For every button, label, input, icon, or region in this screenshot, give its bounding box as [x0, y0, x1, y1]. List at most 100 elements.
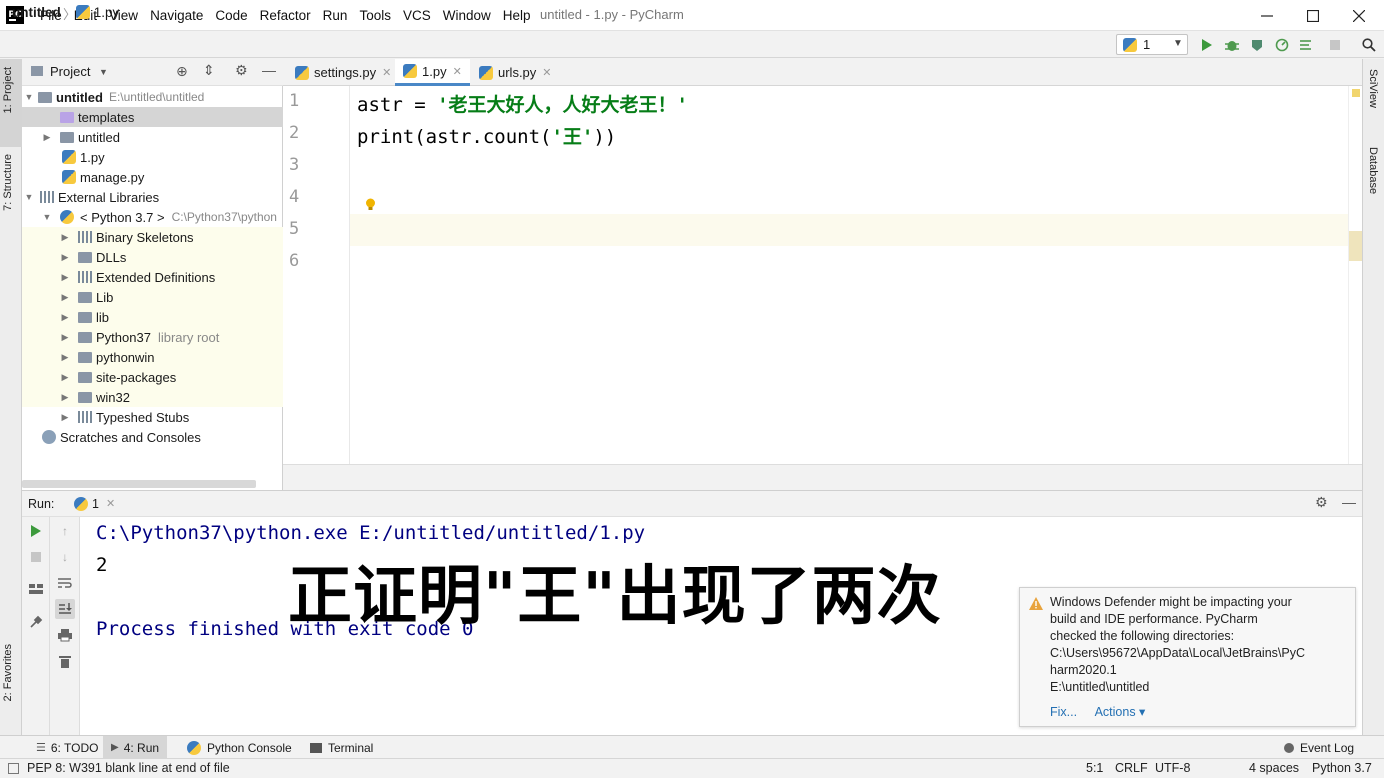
locate-icon[interactable]: ⊕: [176, 63, 188, 80]
toggle-tool-buttons-icon[interactable]: [8, 763, 19, 774]
close-run-tab-icon[interactable]: ✕: [106, 497, 115, 510]
breadcrumb-project[interactable]: untitled: [12, 5, 61, 20]
expand-arrow-icon[interactable]: ▶: [60, 372, 70, 383]
editor-scrollbar[interactable]: [1348, 86, 1362, 464]
close-window-icon[interactable]: [1336, 0, 1382, 31]
expand-arrow-icon[interactable]: ▶: [60, 272, 70, 283]
caret-position[interactable]: 5:1: [1086, 761, 1103, 775]
tree-item-lib-lower[interactable]: ▶ lib: [22, 307, 283, 327]
structure-tool-tab[interactable]: 7: Structure: [2, 154, 14, 211]
trash-icon[interactable]: [57, 653, 73, 669]
breadcrumb-file[interactable]: 1.py: [76, 5, 119, 20]
run-tool-tab[interactable]: ▶ 4: Run: [103, 736, 168, 759]
menu-help[interactable]: Help: [497, 8, 537, 23]
gear-icon[interactable]: ⚙: [1315, 494, 1328, 511]
tree-item-python37-sdk[interactable]: ▼ < Python 3.7 > C:\Python37\python: [22, 207, 283, 227]
python-console-tool-tab[interactable]: Python Console: [179, 736, 300, 759]
tree-item-win32[interactable]: ▶ win32: [22, 387, 283, 407]
profile-icon[interactable]: [1273, 36, 1291, 54]
event-log-tool-tab[interactable]: Event Log: [1276, 736, 1362, 759]
concurrency-icon[interactable]: [1298, 36, 1316, 54]
maximize-icon[interactable]: [1290, 0, 1336, 31]
expand-arrow-icon[interactable]: ▶: [60, 232, 70, 243]
menu-tools[interactable]: Tools: [353, 8, 397, 23]
tree-item-binary-skeletons[interactable]: ▶ Binary Skeletons: [22, 227, 283, 247]
database-tool-tab[interactable]: Database: [1367, 147, 1379, 194]
expand-arrow-icon[interactable]: ▶: [60, 412, 70, 423]
tree-item-templates[interactable]: templates: [22, 107, 283, 127]
expand-arrow-icon[interactable]: ▶: [42, 132, 52, 143]
expand-arrow-icon[interactable]: ▶: [60, 252, 70, 263]
expand-arrow-icon[interactable]: ▶: [60, 292, 70, 303]
menu-window[interactable]: Window: [437, 8, 497, 23]
minimize-icon[interactable]: [1244, 0, 1290, 31]
tab-settings-py[interactable]: settings.py ✕: [287, 59, 399, 86]
menu-vcs[interactable]: VCS: [397, 8, 437, 23]
expand-arrow-icon[interactable]: ▶: [60, 352, 70, 363]
project-tool-tab[interactable]: 1: Project: [2, 67, 14, 113]
close-tab-icon[interactable]: ✕: [542, 66, 551, 79]
gear-icon[interactable]: ⚙: [235, 62, 248, 79]
down-arrow-icon[interactable]: ↓: [57, 549, 73, 565]
horizontal-scrollbar[interactable]: [22, 480, 256, 488]
actions-dropdown[interactable]: Actions ▾: [1095, 705, 1146, 719]
python-interpreter[interactable]: Python 3.7: [1312, 761, 1372, 775]
menu-navigate[interactable]: Navigate: [144, 8, 209, 23]
expand-arrow-icon[interactable]: ▼: [24, 92, 34, 102]
close-tab-icon[interactable]: ✕: [382, 66, 391, 79]
tab-1-py[interactable]: 1.py ✕: [395, 59, 470, 86]
tree-item-typeshed-stubs[interactable]: ▶ Typeshed Stubs: [22, 407, 283, 427]
menu-code[interactable]: Code: [209, 8, 253, 23]
collapse-all-icon[interactable]: ⇕: [203, 62, 215, 79]
todo-tool-tab[interactable]: ☰ 6: TODO: [28, 736, 106, 759]
expand-arrow-icon[interactable]: ▶: [60, 312, 70, 323]
run-icon[interactable]: [1198, 36, 1216, 54]
run-tab-label[interactable]: 1: [92, 497, 99, 511]
menu-run[interactable]: Run: [317, 8, 354, 23]
run-configuration-select[interactable]: 1 ▼: [1116, 34, 1188, 55]
tree-item-manage-py[interactable]: manage.py: [22, 167, 283, 187]
expand-arrow-icon[interactable]: ▼: [24, 192, 34, 202]
scroll-to-end-icon[interactable]: [55, 599, 75, 619]
layout-icon[interactable]: [28, 581, 44, 597]
tree-item-dlls[interactable]: ▶ DLLs: [22, 247, 283, 267]
hide-panel-icon[interactable]: —: [262, 62, 276, 78]
menu-refactor[interactable]: Refactor: [254, 8, 317, 23]
coverage-icon[interactable]: [1248, 36, 1266, 54]
tree-item-python37-root[interactable]: ▶ Python37 library root: [22, 327, 283, 347]
code-editor[interactable]: astr = '老王大好人，人好大老王！' print(astr.count('…: [350, 86, 1362, 464]
expand-arrow-icon[interactable]: ▶: [60, 332, 70, 343]
tree-item-pythonwin[interactable]: ▶ pythonwin: [22, 347, 283, 367]
soft-wrap-icon[interactable]: [57, 575, 73, 591]
close-tab-icon[interactable]: ✕: [453, 65, 462, 78]
tree-item-1py[interactable]: 1.py: [22, 147, 283, 167]
tree-item-site-packages[interactable]: ▶ site-packages: [22, 367, 283, 387]
tree-item-scratches[interactable]: Scratches and Consoles: [22, 427, 283, 447]
indent-setting[interactable]: 4 spaces: [1249, 761, 1299, 775]
hide-panel-icon[interactable]: —: [1342, 494, 1356, 510]
sciview-tool-tab[interactable]: SciView: [1367, 69, 1379, 108]
tree-item-lib-upper[interactable]: ▶ Lib: [22, 287, 283, 307]
up-arrow-icon[interactable]: ↑: [57, 523, 73, 539]
pin-icon[interactable]: [28, 614, 44, 630]
line-separator[interactable]: CRLF: [1115, 761, 1148, 775]
fix-link[interactable]: Fix...: [1050, 705, 1077, 719]
stop-icon[interactable]: [28, 549, 44, 565]
print-icon[interactable]: [57, 627, 73, 643]
tree-item-extended-definitions[interactable]: ▶ Extended Definitions: [22, 267, 283, 287]
expand-arrow-icon[interactable]: ▼: [42, 212, 52, 222]
favorites-tool-tab[interactable]: 2: Favorites: [2, 644, 14, 701]
file-encoding[interactable]: UTF-8: [1155, 761, 1190, 775]
tree-item-external-libraries[interactable]: ▼ External Libraries: [22, 187, 283, 207]
expand-arrow-icon[interactable]: ▶: [60, 392, 70, 403]
terminal-tool-tab[interactable]: Terminal: [302, 736, 381, 759]
rerun-icon[interactable]: [28, 523, 44, 539]
stop-icon[interactable]: [1326, 36, 1344, 54]
intention-bulb-icon[interactable]: [365, 198, 376, 212]
tree-item-untitled-package[interactable]: ▶ untitled: [22, 127, 283, 147]
search-icon[interactable]: [1360, 36, 1378, 54]
chevron-down-icon[interactable]: ▼: [99, 67, 108, 77]
debug-icon[interactable]: [1223, 36, 1241, 54]
tab-urls-py[interactable]: urls.py ✕: [471, 59, 560, 86]
tree-item-untitled-root[interactable]: ▼ untitled E:\untitled\untitled: [22, 87, 283, 107]
